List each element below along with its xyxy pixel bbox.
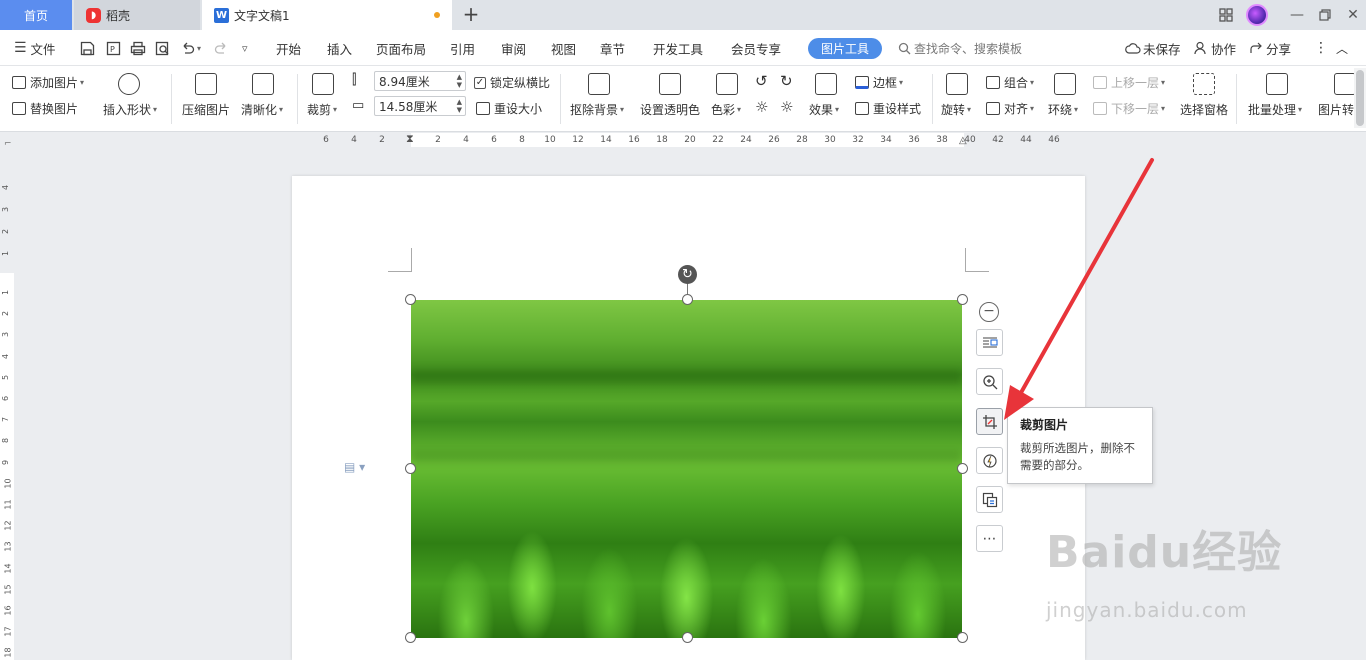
baidu-watermark: Baidu经验 jingyan.baidu.com <box>1046 516 1283 622</box>
watermark-url: jingyan.baidu.com <box>1046 598 1248 622</box>
watermark-brand: Baidu经验 <box>1046 527 1283 578</box>
document-scrollbar[interactable] <box>1354 133 1366 660</box>
